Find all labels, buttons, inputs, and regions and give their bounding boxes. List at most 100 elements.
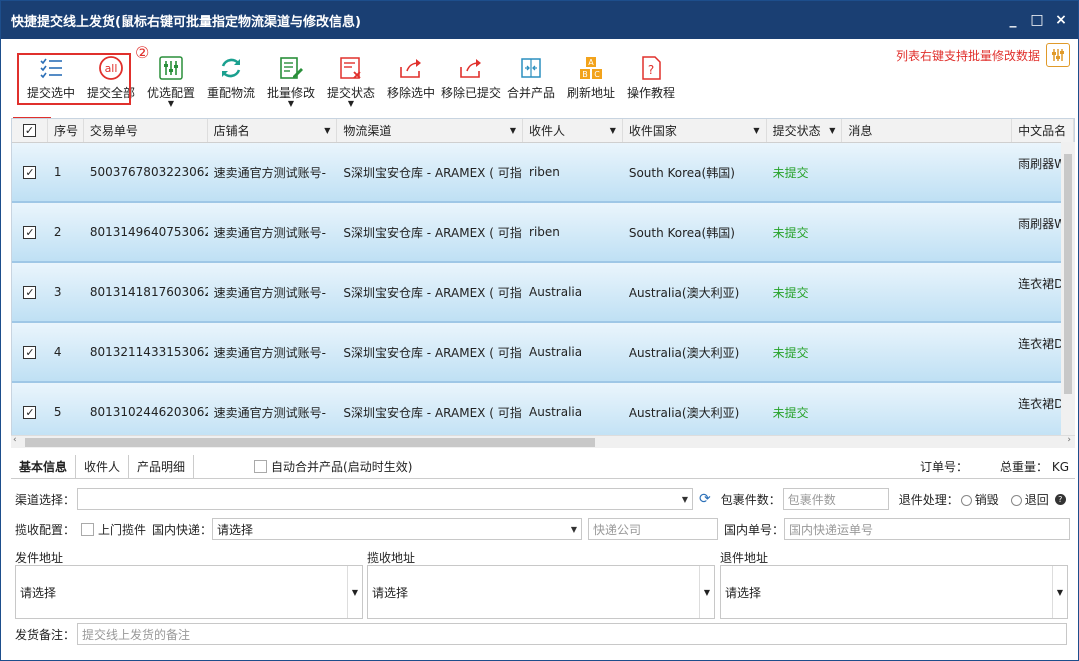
- remove-submitted-button[interactable]: 移除已提交: [441, 46, 501, 101]
- row-select-cell: ✓: [12, 203, 48, 261]
- parcel-count-input[interactable]: 包裹件数: [782, 488, 889, 510]
- domestic-tracking-input[interactable]: 国内快递运单号: [784, 518, 1071, 540]
- filter-dropdown-icon[interactable]: ▼: [753, 126, 759, 135]
- col-header-index[interactable]: 序号: [48, 119, 84, 142]
- reassign-logistics-button[interactable]: 重配物流: [201, 46, 261, 101]
- merge-product-button[interactable]: 合并产品: [501, 46, 561, 101]
- chevron-down-icon: ▼: [703, 587, 710, 597]
- express-company-placeholder: 快递公司: [593, 522, 642, 537]
- auto-merge-option[interactable]: 自动合并产品(启动时生效): [254, 458, 412, 475]
- remark-input[interactable]: 提交线上发货的备注: [77, 623, 1067, 645]
- col-header-status-label: 提交状态: [772, 124, 821, 138]
- sender-address-value: 请选择: [20, 585, 57, 600]
- auto-merge-label: 自动合并产品(启动时生效): [271, 460, 413, 474]
- close-button[interactable]: ×: [1054, 12, 1068, 28]
- app-window: 快捷提交线上发货(鼠标右键可批量指定物流渠道与修改信息) _ □ × 提交选中 …: [0, 0, 1079, 661]
- table-row[interactable]: ✓ 1 5003767803223062 速卖通官方测试账号- S深圳宝安仓库 - AR…: [12, 143, 1074, 203]
- sender-address-select[interactable]: 请选择 ▼: [15, 565, 363, 619]
- row-channel: S深圳宝安仓库 - ARAMEX ( 可指: [343, 165, 522, 180]
- pickup-address-select[interactable]: 请选择 ▼: [367, 565, 715, 619]
- preferred-config-button[interactable]: 优选配置 ▼: [141, 46, 201, 108]
- row-select-cell: ✓: [12, 143, 48, 201]
- remove-selected-icon: [397, 54, 425, 82]
- row-message: [842, 383, 1012, 441]
- domestic-express-label: 国内快递：: [152, 522, 213, 537]
- filter-dropdown-icon[interactable]: ▼: [510, 126, 516, 135]
- channel-label: 渠道选择：: [15, 492, 76, 507]
- col-header-recipient[interactable]: 收件人 ▼: [523, 119, 623, 142]
- tab-basic-info[interactable]: 基本信息: [11, 454, 77, 479]
- select-all-checkbox[interactable]: ✓: [22, 124, 36, 137]
- table-row[interactable]: ✓ 2 8013149640753062 速卖通官方测试账号- S深圳宝安仓库 - AR…: [12, 203, 1074, 263]
- row-checkbox[interactable]: ✓: [23, 225, 37, 239]
- row-order-no: 8013211433153062: [89, 345, 208, 359]
- table-row[interactable]: ✓ 3 8013141817603062 速卖通官方测试账号- S深圳宝安仓库 - AR…: [12, 263, 1074, 323]
- help-icon[interactable]: ?: [1054, 493, 1066, 505]
- col-header-channel[interactable]: 物流渠道 ▼: [337, 119, 524, 142]
- tab-product-detail[interactable]: 产品明细: [129, 454, 195, 479]
- row-recipient: Australia: [529, 285, 583, 299]
- col-header-country[interactable]: 收件国家 ▼: [623, 119, 767, 142]
- col-header-cn-name[interactable]: 中文品名: [1012, 119, 1074, 142]
- remove-submitted-label: 移除已提交: [441, 86, 502, 100]
- annotation-2: ②: [135, 43, 150, 62]
- chevron-down-icon: ▼: [347, 99, 355, 108]
- domestic-express-select[interactable]: 请选择 ▼: [212, 518, 583, 540]
- row-index: 3: [53, 285, 62, 299]
- col-header-status[interactable]: 提交状态 ▼: [767, 119, 843, 142]
- tab-recipient[interactable]: 收件人: [76, 454, 130, 479]
- col-header-message[interactable]: 消息: [842, 119, 1013, 142]
- scroll-thumb[interactable]: [25, 438, 595, 447]
- row-checkbox[interactable]: ✓: [23, 345, 37, 359]
- scroll-right-icon[interactable]: ›: [1067, 435, 1071, 445]
- pickup-label: 揽收配置：: [15, 522, 76, 537]
- refresh-address-button[interactable]: ABC 刷新地址: [561, 46, 621, 101]
- minimize-button[interactable]: _: [1006, 12, 1020, 28]
- batch-edit-button[interactable]: 批量修改 ▼: [261, 46, 321, 108]
- row-channel: S深圳宝安仓库 - ARAMEX ( 可指: [343, 225, 522, 240]
- filter-dropdown-icon[interactable]: ▼: [829, 126, 835, 135]
- merge-icon: [517, 54, 545, 82]
- row-checkbox[interactable]: ✓: [23, 285, 37, 299]
- table-row[interactable]: ✓ 4 8013211433153062 速卖通官方测试账号- S深圳宝安仓库 - AR…: [12, 323, 1074, 383]
- radio-destroy[interactable]: 销毁: [960, 491, 999, 508]
- remove-selected-button[interactable]: 移除选中: [381, 46, 441, 101]
- pickup-row: 揽收配置： 上门揽件 国内快递： 请选择 ▼ 快递公司 国内单号： 国内快递运单号: [15, 518, 1071, 540]
- pickup-address-value: 请选择: [372, 585, 409, 600]
- door-pickup-checkbox[interactable]: [81, 522, 94, 536]
- row-index: 1: [53, 165, 62, 179]
- order-no-label: 订单号：: [919, 460, 968, 474]
- window-title: 快捷提交线上发货(鼠标右键可批量指定物流渠道与修改信息): [11, 14, 361, 30]
- highlight-submit-buttons: [17, 53, 131, 105]
- col-header-order[interactable]: 交易单号: [84, 119, 208, 142]
- filter-dropdown-icon[interactable]: ▼: [324, 126, 330, 135]
- row-shop: 速卖通官方测试账号-: [213, 285, 326, 300]
- scroll-thumb[interactable]: [1064, 154, 1072, 394]
- submit-status-button[interactable]: 提交状态 ▼: [321, 46, 381, 108]
- row-checkbox[interactable]: ✓: [23, 165, 37, 179]
- return-address-select[interactable]: 请选择 ▼: [720, 565, 1068, 619]
- row-country: Australia(澳大利亚): [628, 285, 740, 300]
- scroll-left-icon[interactable]: ‹: [13, 435, 17, 445]
- refresh-channel-icon[interactable]: ⟳: [699, 491, 711, 507]
- right-click-hint: 列表右键支持批量修改数据: [896, 43, 1070, 67]
- radio-return-label: 退回: [1024, 492, 1049, 507]
- grid-vertical-scrollbar[interactable]: [1061, 142, 1075, 435]
- auto-merge-checkbox[interactable]: [254, 460, 268, 473]
- row-channel: S深圳宝安仓库 - ARAMEX ( 可指: [343, 405, 522, 420]
- pickup-address-label: 揽收地址: [367, 551, 416, 565]
- col-header-shop[interactable]: 店铺名 ▼: [208, 119, 338, 142]
- grid-horizontal-scrollbar[interactable]: ‹ ›: [11, 435, 1075, 448]
- tutorial-button[interactable]: ? 操作教程: [621, 46, 681, 101]
- row-select-cell: ✓: [12, 383, 48, 441]
- filter-dropdown-icon[interactable]: ▼: [610, 126, 616, 135]
- row-checkbox[interactable]: ✓: [23, 405, 37, 419]
- channel-select[interactable]: ▼: [77, 488, 693, 510]
- row-country: South Korea(韩国): [628, 165, 735, 180]
- row-recipient: riben: [529, 225, 560, 239]
- sliders-icon[interactable]: [1046, 43, 1070, 67]
- table-row[interactable]: ✓ 5 8013102446203062 速卖通官方测试账号- S深圳宝安仓库 - AR…: [12, 383, 1074, 443]
- radio-return[interactable]: 退回: [1010, 491, 1049, 508]
- maximize-button[interactable]: □: [1030, 12, 1044, 28]
- express-company-input[interactable]: 快递公司: [588, 518, 719, 540]
